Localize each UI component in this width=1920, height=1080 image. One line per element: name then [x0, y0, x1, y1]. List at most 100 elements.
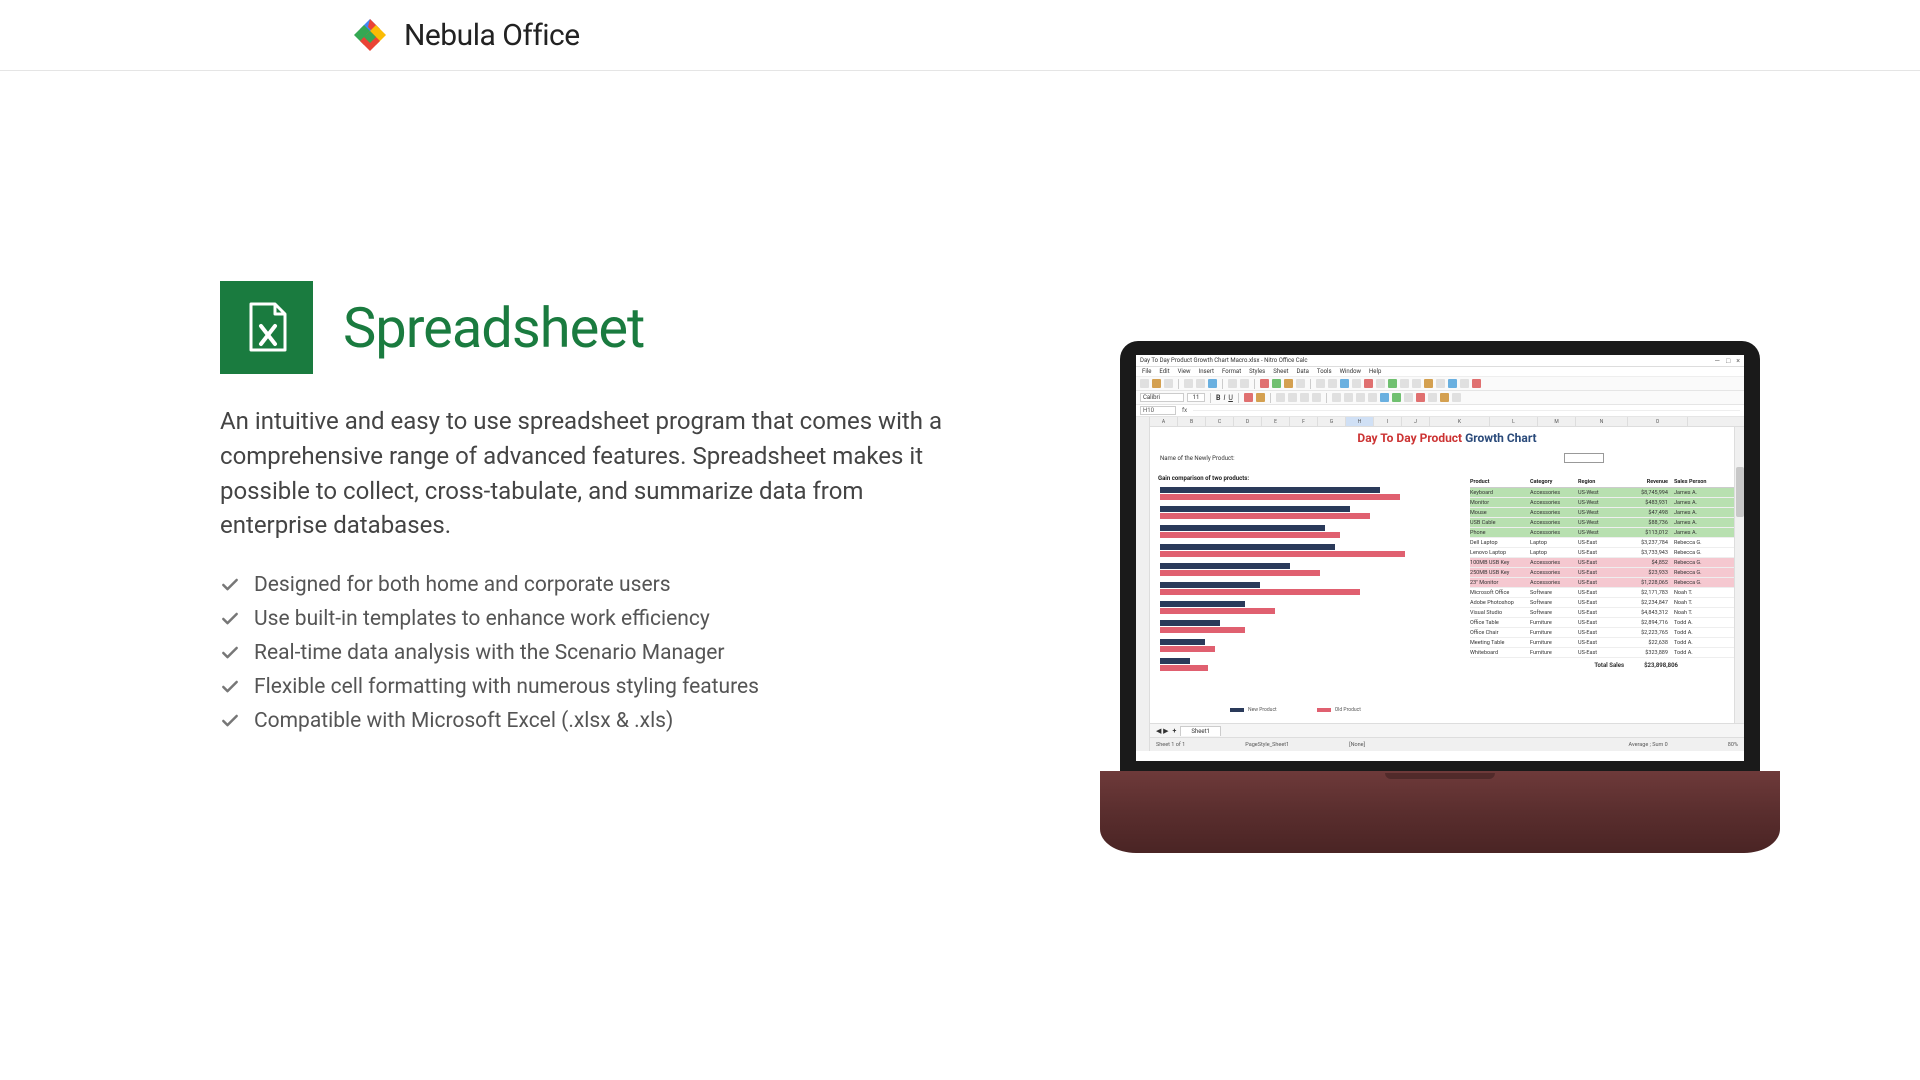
- cell-product: 100MB USB Key: [1470, 560, 1530, 566]
- toolbar-icon: [1276, 393, 1285, 402]
- cell-product: Meeting Table: [1470, 640, 1530, 646]
- feature-item: Real-time data analysis with the Scenari…: [220, 641, 960, 665]
- cell-region: US-East: [1578, 560, 1616, 566]
- table-row: Meeting TableFurnitureUS-East$22,638Todd…: [1470, 638, 1740, 648]
- bar-series-a: [1160, 506, 1350, 512]
- cell-region: US-East: [1578, 570, 1616, 576]
- cell-revenue: $483,931: [1616, 500, 1668, 506]
- maximize-icon: □: [1726, 357, 1730, 365]
- sheet-tab: Sheet1: [1180, 726, 1221, 736]
- toolbar-icon: [1376, 379, 1385, 388]
- cell-person: James A.: [1668, 500, 1728, 506]
- bar-series-b: [1160, 532, 1340, 538]
- bar-series-a: [1160, 487, 1380, 493]
- cell-revenue: $2,223,765: [1616, 630, 1668, 636]
- main-content: Spreadsheet An intuitive and easy to use…: [0, 71, 1920, 853]
- bar-group: [1160, 620, 1460, 633]
- cell-product: Whiteboard: [1470, 650, 1530, 656]
- menu-item: Sheet: [1273, 368, 1288, 375]
- table-row: Microsoft OfficeSoftwareUS-East$2,171,78…: [1470, 588, 1740, 598]
- bar-group: [1160, 525, 1460, 538]
- cell-product: Monitor: [1470, 500, 1530, 506]
- toolbar-icon: [1368, 393, 1377, 402]
- menu-item: Window: [1340, 368, 1361, 375]
- cell-region: US-East: [1578, 620, 1616, 626]
- table-header-row: Product Category Region Revenue Sales Pe…: [1470, 479, 1740, 488]
- cell-person: Todd A.: [1668, 650, 1728, 656]
- cell-region: US-West: [1578, 530, 1616, 536]
- bar-series-b: [1160, 627, 1245, 633]
- cell-revenue: $323,889: [1616, 650, 1668, 656]
- bar-series-b: [1160, 570, 1320, 576]
- laptop-base: [1100, 771, 1780, 853]
- app-title: Spreadsheet: [343, 295, 644, 361]
- cell-region: US-East: [1578, 610, 1616, 616]
- feature-text: Flexible cell formatting with numerous s…: [254, 675, 759, 699]
- cell-product: Phone: [1470, 530, 1530, 536]
- cell-product: Office Table: [1470, 620, 1530, 626]
- check-icon: [220, 609, 240, 629]
- toolbar-icon: [1312, 393, 1321, 402]
- check-icon: [220, 575, 240, 595]
- cell-person: Rebecca G.: [1668, 580, 1728, 586]
- cell-person: Rebecca G.: [1668, 550, 1728, 556]
- bar-series-a: [1160, 582, 1260, 588]
- feature-text: Use built-in templates to enhance work e…: [254, 607, 710, 631]
- bar-series-b: [1160, 513, 1370, 519]
- bar-group: [1160, 582, 1460, 595]
- cell-product: 250MB USB Key: [1470, 570, 1530, 576]
- vertical-scrollbar: [1734, 427, 1744, 723]
- menu-item: Styles: [1249, 368, 1265, 375]
- bar-series-a: [1160, 658, 1190, 664]
- zoom-level: 80%: [1728, 742, 1738, 748]
- bar-group: [1160, 639, 1460, 652]
- toolbar-icon: [1364, 379, 1373, 388]
- bar-series-a: [1160, 601, 1245, 607]
- cell-revenue: $4,843,312: [1616, 610, 1668, 616]
- toolbar-icon: [1412, 379, 1421, 388]
- toolbar-icon: [1316, 379, 1325, 388]
- laptop-mockup: Day To Day Product Growth Chart Macro.xl…: [1100, 341, 1780, 853]
- feature-list: Designed for both home and corporate use…: [220, 573, 960, 733]
- cell-revenue: $113,012: [1616, 530, 1668, 536]
- laptop-screen: Day To Day Product Growth Chart Macro.xl…: [1120, 341, 1760, 771]
- cell-person: James A.: [1668, 530, 1728, 536]
- cell-region: US-East: [1578, 540, 1616, 546]
- cell-revenue: $22,638: [1616, 640, 1668, 646]
- minimize-icon: —: [1715, 357, 1720, 365]
- cell-region: US-East: [1578, 600, 1616, 606]
- bar-series-a: [1160, 525, 1325, 531]
- page-style: PageStyle_Sheet1: [1245, 742, 1289, 748]
- cell-category: Accessories: [1530, 510, 1578, 516]
- toolbar-icon: [1356, 393, 1365, 402]
- brand-block: Nebula Office: [350, 15, 580, 55]
- col-header: Product: [1470, 479, 1530, 485]
- toolbar-icon: [1340, 379, 1349, 388]
- toolbar-icon: [1284, 379, 1293, 388]
- cell-revenue: $2,894,716: [1616, 620, 1668, 626]
- cell-person: Todd A.: [1668, 630, 1728, 636]
- cell-person: Rebecca G.: [1668, 570, 1728, 576]
- toolbar-icon: [1424, 379, 1433, 388]
- cell-person: James A.: [1668, 520, 1728, 526]
- toolbar-icon: [1380, 393, 1389, 402]
- chart-legend: New Product Old Product: [1230, 707, 1361, 713]
- cell-category: Software: [1530, 590, 1578, 596]
- toolbar-icon: [1328, 379, 1337, 388]
- toolbar-icon: [1300, 393, 1309, 402]
- legend-label: Old Product: [1335, 707, 1361, 713]
- cell-person: James A.: [1668, 510, 1728, 516]
- toolbar-icon: [1472, 379, 1481, 388]
- table-row: Adobe PhotoshopSoftwareUS-East$2,234,847…: [1470, 598, 1740, 608]
- menu-item: Tools: [1317, 368, 1332, 375]
- product-name-label: Name of the Newly Product:: [1160, 455, 1235, 462]
- cell-category: Accessories: [1530, 560, 1578, 566]
- menu-item: View: [1178, 368, 1191, 375]
- cell-category: Furniture: [1530, 630, 1578, 636]
- cell-product: Dell Laptop: [1470, 540, 1530, 546]
- bar-group: [1160, 563, 1460, 576]
- cell-region: US-West: [1578, 490, 1616, 496]
- font-name-box: Calibri: [1140, 393, 1184, 402]
- cell-region: US-East: [1578, 640, 1616, 646]
- cell-person: Noah T.: [1668, 590, 1728, 596]
